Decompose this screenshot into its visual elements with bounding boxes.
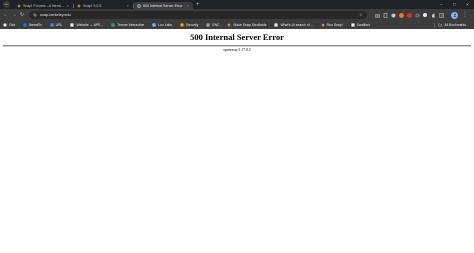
bookmarks-separator — [433, 22, 435, 28]
all-bookmarks-button[interactable]: All Bookmarks — [433, 22, 466, 28]
close-icon[interactable]: × — [67, 3, 69, 8]
bookmark-label: Website — APE... — [76, 23, 104, 27]
bookmark-label: Sandbox — [356, 23, 371, 27]
bookmark-label: Security — [186, 23, 199, 27]
bookmark-run-snap[interactable]: Run Snap! — [320, 23, 343, 27]
bookmark-star-icon[interactable]: ☆ — [359, 12, 363, 18]
bookmark-label: Gist — [9, 23, 16, 27]
bookmark-whats-ui[interactable]: What's Ui search of... — [274, 23, 313, 27]
profile-avatar[interactable] — [451, 11, 458, 19]
tab-snap-forums[interactable]: Snap! Forums - A friendly plac... × — [13, 2, 73, 9]
new-tab-button[interactable]: + — [196, 2, 200, 8]
sandbox-icon — [351, 23, 355, 27]
extensions-puzzle-icon[interactable] — [429, 11, 437, 19]
bookmark-label: Run Snap! — [326, 23, 343, 27]
window-controls: – □ × — [435, 0, 474, 9]
bookmark-label: Tenner Interactive — [117, 23, 145, 27]
snap-icon — [17, 3, 21, 8]
newsrx-icon — [23, 23, 27, 27]
tab-search-button[interactable]: ⌄ — [3, 1, 10, 8]
chevron-down-icon: ⌄ — [4, 1, 9, 7]
bookmark-website[interactable]: Website — APE... — [70, 23, 103, 27]
tab-group-icon[interactable] — [421, 11, 429, 19]
bookmark-label: Make Snap Scrollable — [233, 23, 267, 27]
loxlabs-icon — [152, 23, 156, 27]
address-bar[interactable]: snap.berkeley.edu ☆ — [29, 11, 367, 19]
enc-icon — [206, 23, 210, 27]
bookmark-label: URL — [55, 23, 63, 27]
bookmark-make-snap-scrollable[interactable]: Make Snap Scrollable — [227, 23, 266, 27]
url-text: snap.berkeley.edu — [40, 13, 71, 17]
snap-icon — [227, 23, 232, 27]
bookmark-loxlabs[interactable]: Lox Labs — [152, 23, 172, 27]
sidebar-icon[interactable] — [437, 11, 445, 19]
bookmark-url[interactable]: URL — [50, 23, 63, 27]
all-bookmarks-label: All Bookmarks — [444, 23, 466, 27]
bookmark-tenner[interactable]: Tenner Interactive — [111, 23, 144, 27]
folder-icon — [438, 23, 443, 27]
record-extension-icon[interactable] — [405, 11, 413, 19]
snap-icon — [77, 3, 81, 8]
page-icon — [274, 23, 279, 27]
bookmark-label: Lox Labs — [158, 23, 173, 27]
close-icon[interactable]: × — [187, 3, 189, 8]
page-title: 500 Internal Server Error — [190, 32, 284, 42]
tab-snap-905[interactable]: Snap! 9.0.5 × — [73, 2, 133, 9]
page-content: 500 Internal Server Error openresty/1.17… — [0, 29, 474, 253]
bookmark-label: NewsRx — [29, 23, 42, 27]
color-extension-icon[interactable] — [397, 11, 405, 19]
tab-title: Snap! Forums - A friendly plac... — [23, 3, 65, 8]
url-icon — [50, 23, 54, 27]
bookmark-label: What's Ui search of... — [280, 23, 313, 27]
document-icon[interactable] — [381, 11, 389, 19]
back-arrow-icon[interactable]: ← — [2, 9, 10, 21]
tab-title: Snap! 9.0.5 — [83, 3, 102, 8]
tenner-icon — [111, 23, 115, 27]
bookmark-newsrx[interactable]: NewsRx — [23, 23, 42, 27]
security-icon — [180, 23, 184, 27]
bookmark-enc[interactable]: ENC — [206, 23, 219, 27]
bookmark-label: ENC — [212, 23, 220, 27]
close-icon[interactable]: × — [127, 3, 129, 8]
gist-icon — [3, 23, 7, 27]
settings-extension-icon[interactable] — [413, 11, 421, 19]
browser-toolbar: ← → ↻ snap.berkeley.edu ☆ ⋮ — [0, 9, 474, 21]
more-menu-icon[interactable]: ⋮ — [461, 12, 469, 18]
close-window-icon[interactable]: × — [461, 0, 474, 9]
site-info-icon[interactable] — [33, 13, 37, 17]
reload-icon[interactable]: ↻ — [18, 9, 26, 21]
tab-strip: ⌄ Snap! Forums - A friendly plac... × Sn… — [0, 0, 474, 9]
tab-title: 500 Internal Server Error — [143, 3, 183, 8]
bookmark-security[interactable]: Security — [180, 23, 198, 27]
bookmarks-bar: Gist NewsRx URL Website — APE... Tenner … — [0, 21, 474, 29]
globe-icon — [137, 3, 141, 8]
snap-icon — [320, 23, 325, 27]
camera-icon[interactable] — [373, 11, 381, 19]
shield-icon[interactable] — [389, 11, 397, 19]
tab-500-error[interactable]: 500 Internal Server Error × — [133, 2, 193, 9]
forward-arrow-icon[interactable]: → — [10, 9, 18, 21]
bookmark-gist[interactable]: Gist — [3, 23, 15, 27]
website-icon — [70, 23, 75, 27]
bookmark-sandbox[interactable]: Sandbox — [351, 23, 370, 27]
maximize-icon[interactable]: □ — [448, 0, 461, 9]
extensions-area — [373, 11, 445, 19]
minimize-icon[interactable]: – — [435, 0, 448, 9]
server-signature: openresty/1.17.8.2 — [223, 48, 251, 52]
divider — [3, 45, 471, 47]
